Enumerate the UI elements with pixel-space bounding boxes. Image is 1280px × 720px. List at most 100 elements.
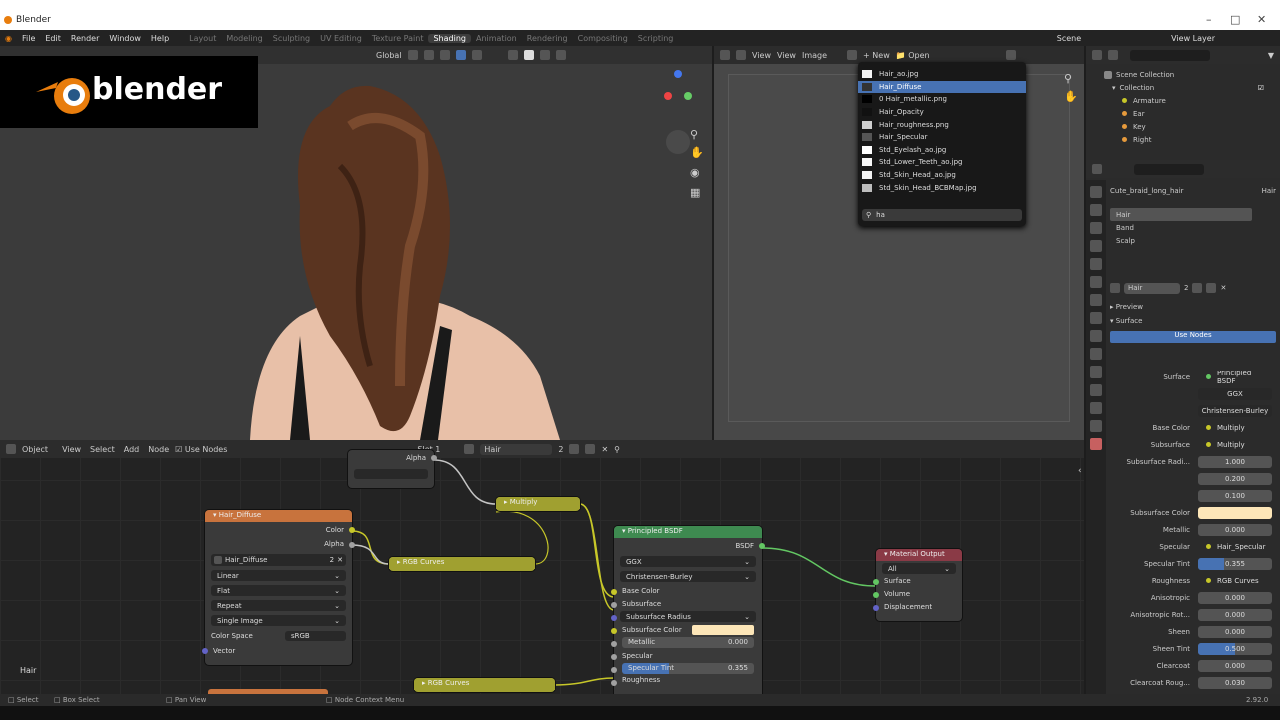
property-value[interactable]: 0.000 xyxy=(1198,523,1272,536)
volume-socket[interactable] xyxy=(873,592,879,598)
bsdf-header[interactable]: ▾ Principled BSDF xyxy=(614,526,762,538)
workspace-tab-layout[interactable]: Layout xyxy=(184,34,221,43)
pan-icon-2[interactable]: ✋ xyxy=(1064,90,1078,103)
grid-view-icon[interactable]: ▦ xyxy=(690,186,700,199)
property-value[interactable]: 0.000 xyxy=(1198,659,1272,672)
property-value[interactable]: 0.000 xyxy=(1198,625,1272,638)
image-list-item[interactable]: Hair_Opacity xyxy=(858,106,1026,119)
material-slot[interactable]: Band xyxy=(1110,221,1252,234)
workspace-tab-modeling[interactable]: Modeling xyxy=(221,34,267,43)
outliner-search-input[interactable] xyxy=(1130,49,1210,61)
menu-edit[interactable]: Edit xyxy=(40,34,66,43)
checkbox-icon[interactable]: ☑ xyxy=(1258,84,1264,92)
alpha-node-fragment[interactable]: Alpha xyxy=(348,450,437,488)
image-list-item[interactable]: 0 Hair_metallic.png xyxy=(858,93,1026,106)
material-name-field[interactable]: Hair xyxy=(1124,282,1180,294)
workspace-tab-texture-paint[interactable]: Texture Paint xyxy=(367,34,429,43)
subsurface-radius-socket[interactable] xyxy=(611,615,617,621)
view-mode-icon[interactable] xyxy=(736,50,746,60)
subsurface-color-socket[interactable] xyxy=(611,628,617,634)
expand-icon[interactable]: ▾ xyxy=(1112,84,1116,92)
properties-tab-icon[interactable] xyxy=(1090,312,1102,324)
fake-user-icon[interactable] xyxy=(1192,283,1203,293)
workspace-tab-rendering[interactable]: Rendering xyxy=(522,34,573,43)
properties-search-input[interactable] xyxy=(1134,163,1204,175)
menu-file[interactable]: File xyxy=(17,34,40,43)
image-list-item[interactable]: Hair_Diffuse xyxy=(858,80,1026,94)
rgb-curves-header[interactable]: ▸ RGB Curves xyxy=(389,557,535,569)
property-value[interactable]: 0.500 xyxy=(1198,642,1272,655)
overlay-toggle-icon[interactable] xyxy=(1005,50,1016,60)
image-list-item[interactable]: Hair_ao.jpg xyxy=(858,68,1026,81)
material-slot[interactable]: Hair xyxy=(1110,208,1252,221)
image-list-item[interactable]: Std_Lower_Teeth_ao.jpg xyxy=(858,156,1026,169)
property-value[interactable]: Hair_Specular xyxy=(1198,541,1272,553)
camera-icon[interactable]: ◉ xyxy=(690,166,700,179)
outliner-item-key[interactable]: Key xyxy=(1104,120,1280,133)
properties-tab-icon[interactable] xyxy=(1090,420,1102,432)
blender-menu-icon[interactable]: ◉ xyxy=(0,34,17,43)
bsdf-output-socket[interactable] xyxy=(759,543,765,549)
multiply-header[interactable]: ▸ Multiply xyxy=(496,497,580,509)
menu-render[interactable]: Render xyxy=(66,34,104,43)
workspace-tab-compositing[interactable]: Compositing xyxy=(573,34,633,43)
properties-tab-icon[interactable] xyxy=(1090,222,1102,234)
properties-tab-icon[interactable] xyxy=(1090,402,1102,414)
properties-tab-icon[interactable] xyxy=(1090,384,1102,396)
image-browse-icon[interactable] xyxy=(847,50,858,60)
image-name-field[interactable]: Hair_Diffuse xyxy=(225,556,327,564)
image-unlink-icon[interactable]: ✕ xyxy=(337,556,343,564)
menu-view[interactable]: View xyxy=(752,51,771,60)
property-value[interactable]: 0.100 xyxy=(1198,489,1272,502)
distribution-dropdown[interactable]: GGX ⌄ xyxy=(620,556,756,567)
alpha-output-socket[interactable] xyxy=(349,542,355,548)
workspace-tab-animation[interactable]: Animation xyxy=(471,34,522,43)
vector-socket[interactable] xyxy=(202,648,208,654)
image-browse-icon-2[interactable] xyxy=(214,556,222,564)
subsurface-socket[interactable] xyxy=(611,602,617,608)
3d-viewport[interactable]: Global blender ⚲ ✋ ◉ ▦ xyxy=(0,46,712,440)
specular-socket[interactable] xyxy=(611,654,617,660)
material-browse-icon[interactable] xyxy=(1110,283,1120,293)
surface-panel[interactable]: ▾ Surface xyxy=(1110,317,1276,325)
properties-tab-icon[interactable] xyxy=(1090,186,1102,198)
color-output-socket[interactable] xyxy=(349,527,355,533)
properties-tab-icon[interactable] xyxy=(1090,240,1102,252)
menu-window[interactable]: Window xyxy=(104,34,146,43)
base-color-socket[interactable] xyxy=(611,589,617,595)
properties-tab-icon[interactable] xyxy=(1090,330,1102,342)
sidebar-toggle-icon[interactable]: ‹ xyxy=(1078,466,1082,476)
source-dropdown[interactable]: Single Image ⌄ xyxy=(211,615,346,626)
subsurface-method-dropdown[interactable]: Christensen-Burley ⌄ xyxy=(620,571,756,582)
filter-icon[interactable]: ▼ xyxy=(1268,51,1274,60)
preview-panel[interactable]: ▸ Preview xyxy=(1110,303,1276,311)
property-value[interactable]: Principled BSDF xyxy=(1198,371,1272,383)
property-value[interactable]: RGB Curves xyxy=(1198,575,1272,587)
rgb-curves-2-header[interactable]: ▸ RGB Curves xyxy=(414,678,555,690)
properties-tab-icon[interactable] xyxy=(1090,294,1102,306)
zoom-icon-2[interactable]: ⚲ xyxy=(1064,72,1072,85)
property-value[interactable]: 0.200 xyxy=(1198,472,1272,485)
workspace-tab-shading[interactable]: Shading xyxy=(428,33,471,43)
properties-tab-icon[interactable] xyxy=(1090,348,1102,360)
menu-image[interactable]: Image xyxy=(802,51,827,60)
unlink-icon[interactable]: ✕ xyxy=(1220,284,1226,292)
property-value[interactable]: GGX xyxy=(1198,387,1272,400)
principled-bsdf-node[interactable]: ▾ Principled BSDF BSDF GGX ⌄ Christensen-… xyxy=(611,526,765,694)
color-space-dropdown[interactable]: sRGB xyxy=(285,630,346,641)
menu-view-2[interactable]: View xyxy=(777,51,796,60)
collection[interactable]: ▾ Collection ☑ xyxy=(1104,81,1280,94)
alpha-image-field[interactable] xyxy=(354,469,428,479)
editor-type-icon[interactable] xyxy=(720,50,730,60)
scene-collection[interactable]: Scene Collection xyxy=(1104,68,1280,81)
material-output-node[interactable]: ▾ Material Output All ⌄ Surface Volume Di… xyxy=(873,549,962,621)
workspace-tab-scripting[interactable]: Scripting xyxy=(633,34,679,43)
properties-type-icon[interactable] xyxy=(1092,164,1102,174)
open-image-button[interactable]: 📁 Open xyxy=(896,51,930,60)
view-layer-selector[interactable]: View Layer xyxy=(1166,34,1220,43)
image-list-item[interactable]: Std_Eyelash_ao.jpg xyxy=(858,144,1026,157)
use-nodes-button[interactable]: Use Nodes xyxy=(1110,331,1276,343)
projection-dropdown[interactable]: Flat ⌄ xyxy=(211,585,346,596)
workspace-tab-sculpting[interactable]: Sculpting xyxy=(268,34,315,43)
outliner-item-right[interactable]: Right xyxy=(1104,133,1280,146)
